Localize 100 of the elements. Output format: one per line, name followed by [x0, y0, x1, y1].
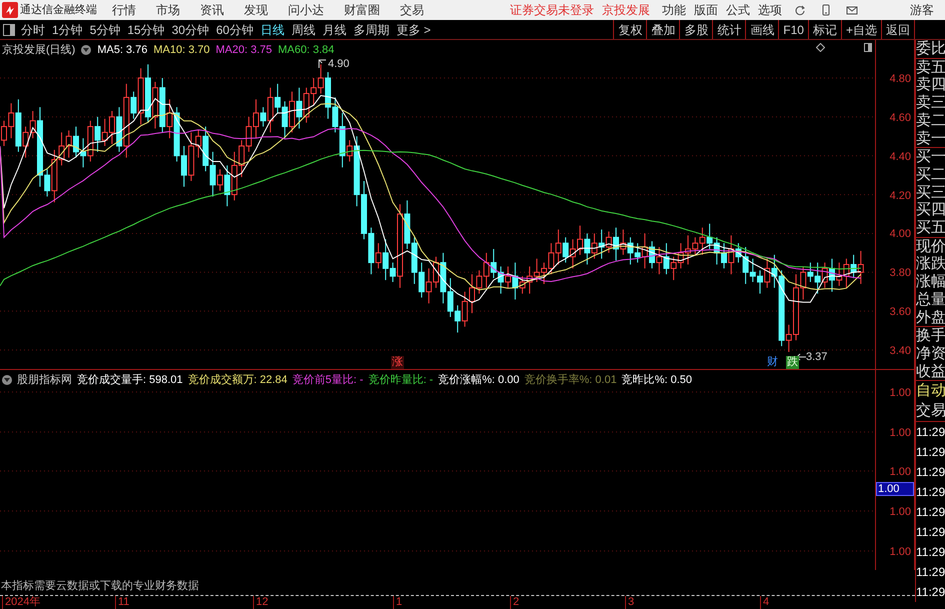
period-tab[interactable]: 1分钟: [52, 20, 83, 38]
quote-label: 净资: [916, 344, 945, 363]
indicator-value: 竞价涨幅%: 0.00: [438, 372, 520, 388]
menu-item[interactable]: 行情: [112, 1, 136, 19]
quote-label: 卖三: [916, 94, 945, 112]
quote-label: 卖一: [916, 130, 945, 148]
toolbar-button[interactable]: 返回: [881, 20, 915, 39]
axis-label: 1.00: [890, 505, 911, 520]
axis-label: 3.60: [890, 305, 911, 320]
axis-label: 3.40: [890, 344, 911, 360]
app-title: 通达信金融终端: [20, 2, 97, 18]
quote-label: 买三: [916, 184, 945, 202]
toolbar-button[interactable]: F10: [778, 20, 808, 39]
date-label: 2: [510, 596, 520, 609]
trade-time: 11:29: [915, 502, 945, 522]
axis-label: 1.00: [890, 386, 911, 401]
indicator-name: 股朋指标网: [17, 373, 72, 388]
indicator-value: 竞价成交量手: 598.01: [77, 372, 183, 388]
toolbar-button[interactable]: +自选: [840, 20, 881, 39]
quote-label: 卖二: [916, 112, 945, 130]
fall-badge: 跌: [786, 356, 799, 369]
panel-toggle-icon[interactable]: [864, 43, 872, 52]
axis-label: 1.00: [890, 545, 911, 560]
trade-time: 11:29: [915, 582, 945, 602]
trade-time: 11:29: [915, 422, 945, 442]
axis-label: 4.80: [890, 72, 911, 87]
menu-item[interactable]: 功能: [662, 1, 686, 19]
notice-link[interactable]: 京投发展: [602, 1, 650, 19]
quote-label: 买四: [916, 201, 945, 220]
period-tab[interactable]: 多周期: [353, 20, 390, 38]
trade-time: 11:29: [915, 482, 945, 502]
period-tab[interactable]: 日线: [260, 20, 284, 38]
period-tab[interactable]: 更多 >: [396, 20, 431, 38]
period-tab[interactable]: 30分钟: [172, 20, 210, 38]
date-label: 2024年: [2, 596, 40, 609]
high-price-label: 4.90: [328, 57, 350, 72]
pointer-icon: [318, 59, 328, 70]
user-label[interactable]: 游客: [910, 1, 934, 19]
trade-time: 11:29: [915, 542, 945, 562]
rise-badge: 涨: [391, 356, 404, 369]
dropdown-icon[interactable]: [81, 45, 92, 56]
quote-label: 卖四: [916, 76, 945, 94]
period-tab[interactable]: 周线: [291, 20, 316, 38]
ma-value: MA60: 3.84: [278, 43, 334, 58]
menu-item[interactable]: 财富圈: [344, 1, 380, 19]
toolbar-button[interactable]: 画线: [745, 20, 778, 39]
period-tab[interactable]: 5分钟: [90, 20, 120, 38]
date-label: 12: [253, 596, 268, 609]
menu-item[interactable]: 选项: [758, 1, 782, 19]
menu-item[interactable]: 资讯: [200, 1, 224, 19]
diamond-icon: [816, 43, 825, 52]
axis-label: 4.60: [890, 110, 911, 126]
indicator-value: 竞昨比%: 0.50: [622, 372, 692, 388]
low-price-label: 3.37: [806, 350, 828, 365]
toolbar-button[interactable]: 叠加: [646, 20, 680, 39]
cursor-value: 1.00: [876, 482, 914, 496]
toolbar-button[interactable]: 多股: [679, 20, 712, 39]
menu-item[interactable]: 公式: [726, 1, 750, 19]
indicator-value: 竞价前5量比: -: [292, 372, 364, 388]
quote-label: 涨幅: [916, 273, 945, 291]
axis-label: 1.00: [890, 465, 911, 480]
menu-item[interactable]: 问小达: [288, 1, 324, 19]
trade-label: 交易: [915, 401, 945, 422]
axis-label: 3.80: [890, 266, 911, 282]
trade-time: 11:29: [915, 462, 945, 482]
trade-time: 11:29: [915, 442, 945, 462]
period-tab[interactable]: 60分钟: [216, 20, 254, 38]
phone-icon[interactable]: [820, 4, 832, 16]
axis-label: 4.00: [890, 227, 911, 242]
ma-value: MA10: 3.70: [153, 43, 210, 58]
menu-item[interactable]: 版面: [694, 1, 718, 19]
indicator-notice: 本指标需要云数据或下载的专业财务数据: [1, 578, 199, 594]
date-label: 4: [760, 596, 770, 609]
dropdown-icon[interactable]: [2, 375, 12, 386]
date-label: 11: [115, 596, 130, 609]
mail-icon[interactable]: [846, 4, 858, 16]
period-tab[interactable]: 月线: [322, 20, 346, 38]
refresh-icon[interactable]: [794, 4, 806, 16]
axis-label: 4.40: [890, 150, 911, 165]
toolbar-button[interactable]: 标记: [808, 20, 841, 39]
toolbar-button[interactable]: 复权: [613, 20, 646, 39]
quote-label: 委比: [916, 40, 945, 58]
trade-time: 11:29: [915, 562, 945, 582]
date-label: 3: [625, 596, 634, 609]
panel-toggle-icon[interactable]: [3, 24, 15, 36]
indicator-value: 竞价成交额万: 22.84: [188, 372, 288, 388]
chart-title: 京投发展(日线): [2, 42, 76, 58]
menu-item[interactable]: 发现: [244, 1, 268, 19]
notice-link[interactable]: 证券交易未登录: [510, 1, 594, 19]
period-tab[interactable]: 分时: [21, 20, 45, 38]
menu-item[interactable]: 交易: [400, 1, 424, 19]
auto-label[interactable]: 自动: [915, 381, 945, 402]
period-tab[interactable]: 15分钟: [127, 20, 165, 38]
quote-label: 买二: [916, 166, 945, 184]
finance-label: 财: [766, 356, 779, 369]
menu-item[interactable]: 市场: [156, 1, 180, 19]
axis-label: 4.20: [890, 188, 911, 204]
axis-label: 1.00: [890, 426, 911, 441]
ma-value: MA20: 3.75: [216, 43, 272, 58]
toolbar-button[interactable]: 统计: [712, 20, 746, 39]
